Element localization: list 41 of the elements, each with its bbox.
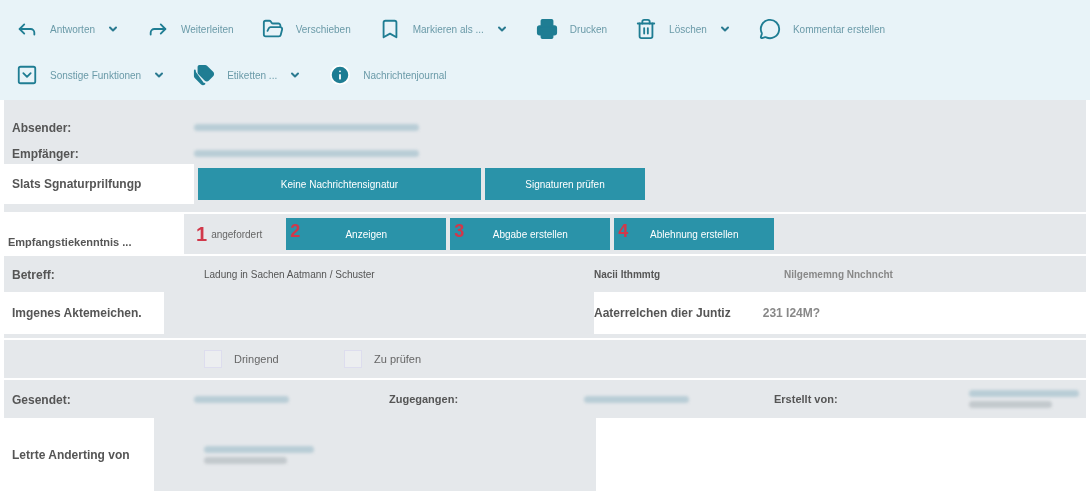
field-label: Letrte Anderting von: [11, 446, 130, 464]
info-icon: [329, 64, 352, 86]
toolbar-button[interactable]: Etiketten ...: [185, 58, 310, 92]
field-value: 231 I24M?: [762, 305, 821, 322]
action-button[interactable]: 2 Anzeigen: [286, 218, 447, 250]
signature-button[interactable]: Keine Nachrichtensignatur: [198, 168, 481, 200]
speech-bubble-icon: [758, 18, 781, 40]
field-label: Imgenes Aktemeichen.: [11, 305, 142, 322]
toolbar-button[interactable]: Verschieben: [253, 12, 359, 46]
field-label: Slats Sgnaturprilfungp: [11, 176, 142, 193]
toolbar-button[interactable]: Sonstige Funktionen: [8, 58, 174, 92]
field-label: Gesendet:: [11, 393, 71, 407]
status-text: angefordert: [211, 227, 263, 242]
toolbar-button[interactable]: Drucken: [527, 12, 616, 46]
printer-icon: [535, 18, 558, 40]
field-label: Nacii Ithmmtg: [594, 267, 662, 282]
field-label: Betreff:: [11, 268, 55, 282]
dropdown-box-icon: [16, 64, 38, 86]
toolbar-button[interactable]: Weiterleiten: [139, 12, 242, 46]
toolbar-button[interactable]: Kommentar erstellen: [750, 12, 894, 46]
subject-value: Ladung in Sachen Aatmann / Schuster: [204, 267, 376, 282]
action-button[interactable]: 3 Abgabe erstellen: [450, 218, 611, 250]
step-number: 1: [196, 222, 208, 247]
toolbar-button[interactable]: Markieren als ...: [370, 12, 516, 46]
tag-icon: [193, 64, 216, 86]
field-label: Zugegangen:: [389, 391, 460, 407]
field-label: Aaterrelchen dier Juntiz: [594, 305, 731, 322]
field-label: Empfänger:: [11, 147, 79, 161]
toolbar-button[interactable]: Nachrichtenjournal: [321, 58, 455, 92]
field-label: Absender:: [11, 121, 72, 135]
toolbar-button[interactable]: Löschen: [627, 12, 739, 46]
trash-icon: [635, 18, 658, 40]
folder-icon: [261, 18, 284, 40]
field-label: Empfangstiekenntnis ...: [7, 234, 132, 250]
toolbar-button[interactable]: Antworten: [8, 12, 128, 46]
field-value: Nilgememng Nnchncht: [784, 267, 893, 282]
checkbox-label: Zu prüfen: [374, 351, 423, 367]
signature-button[interactable]: Signaturen prüfen: [485, 168, 645, 200]
field-label: Erstellt von:: [774, 391, 839, 407]
checkbox-label: Dringend: [234, 351, 280, 367]
action-button[interactable]: 4 Ablehnung erstellen: [614, 218, 775, 250]
